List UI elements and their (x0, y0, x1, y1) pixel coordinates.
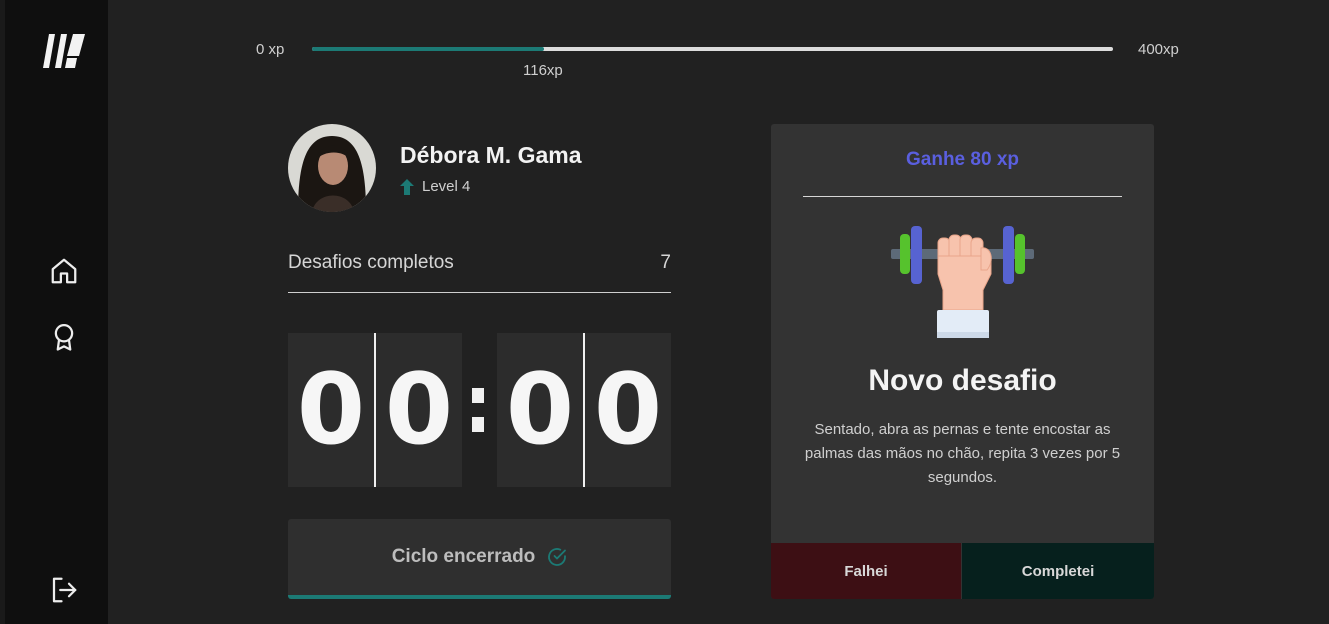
user-name: Débora M. Gama (400, 142, 582, 168)
seconds-ones-digit: 0 (593, 353, 663, 467)
countdown-minutes: 0 0 (288, 333, 462, 487)
xp-max-label: 400xp (1138, 41, 1179, 58)
award-icon[interactable] (49, 322, 79, 352)
cycle-finished-label: Ciclo encerrado (391, 546, 536, 567)
completed-button[interactable]: Completei (962, 543, 1154, 599)
challenge-reward: Ganhe 80 xp (803, 124, 1122, 197)
xp-current-label: 116xp (523, 62, 563, 79)
brand-logo (43, 34, 85, 68)
logout-icon[interactable] (49, 575, 79, 605)
challenges-completed-value: 7 (660, 252, 671, 273)
xp-min-label: 0 xp (256, 41, 285, 58)
home-icon[interactable] (49, 256, 79, 286)
avatar (288, 124, 376, 212)
minutes-tens-digit: 0 (296, 353, 366, 467)
xp-progress-bar (312, 47, 1113, 51)
dumbbell-icon (891, 226, 1034, 338)
challenge-title: Novo desafio (868, 364, 1057, 397)
level-label: Level 4 (422, 178, 471, 195)
xp-progress-fill (312, 47, 545, 51)
failed-button[interactable]: Falhei (771, 543, 961, 599)
challenges-completed-label: Desafios completos (288, 252, 454, 273)
level-indicator: Level 4 (400, 178, 470, 195)
challenge-card: Ganhe 80 xp Novo desafio Sentado, abra a… (771, 124, 1154, 599)
minutes-ones-digit: 0 (384, 353, 454, 467)
sidebar (0, 0, 108, 624)
challenges-completed-row: Desafios completos 7 (288, 252, 671, 293)
countdown-seconds: 0 0 (497, 333, 671, 487)
cycle-finished-button[interactable]: Ciclo encerrado (288, 519, 671, 599)
countdown-colon (472, 388, 486, 446)
challenge-description: Sentado, abra as pernas e tente encostar… (804, 421, 1121, 486)
arrow-up-icon (400, 178, 414, 195)
check-circle-icon (548, 548, 567, 566)
seconds-tens-digit: 0 (505, 353, 575, 467)
